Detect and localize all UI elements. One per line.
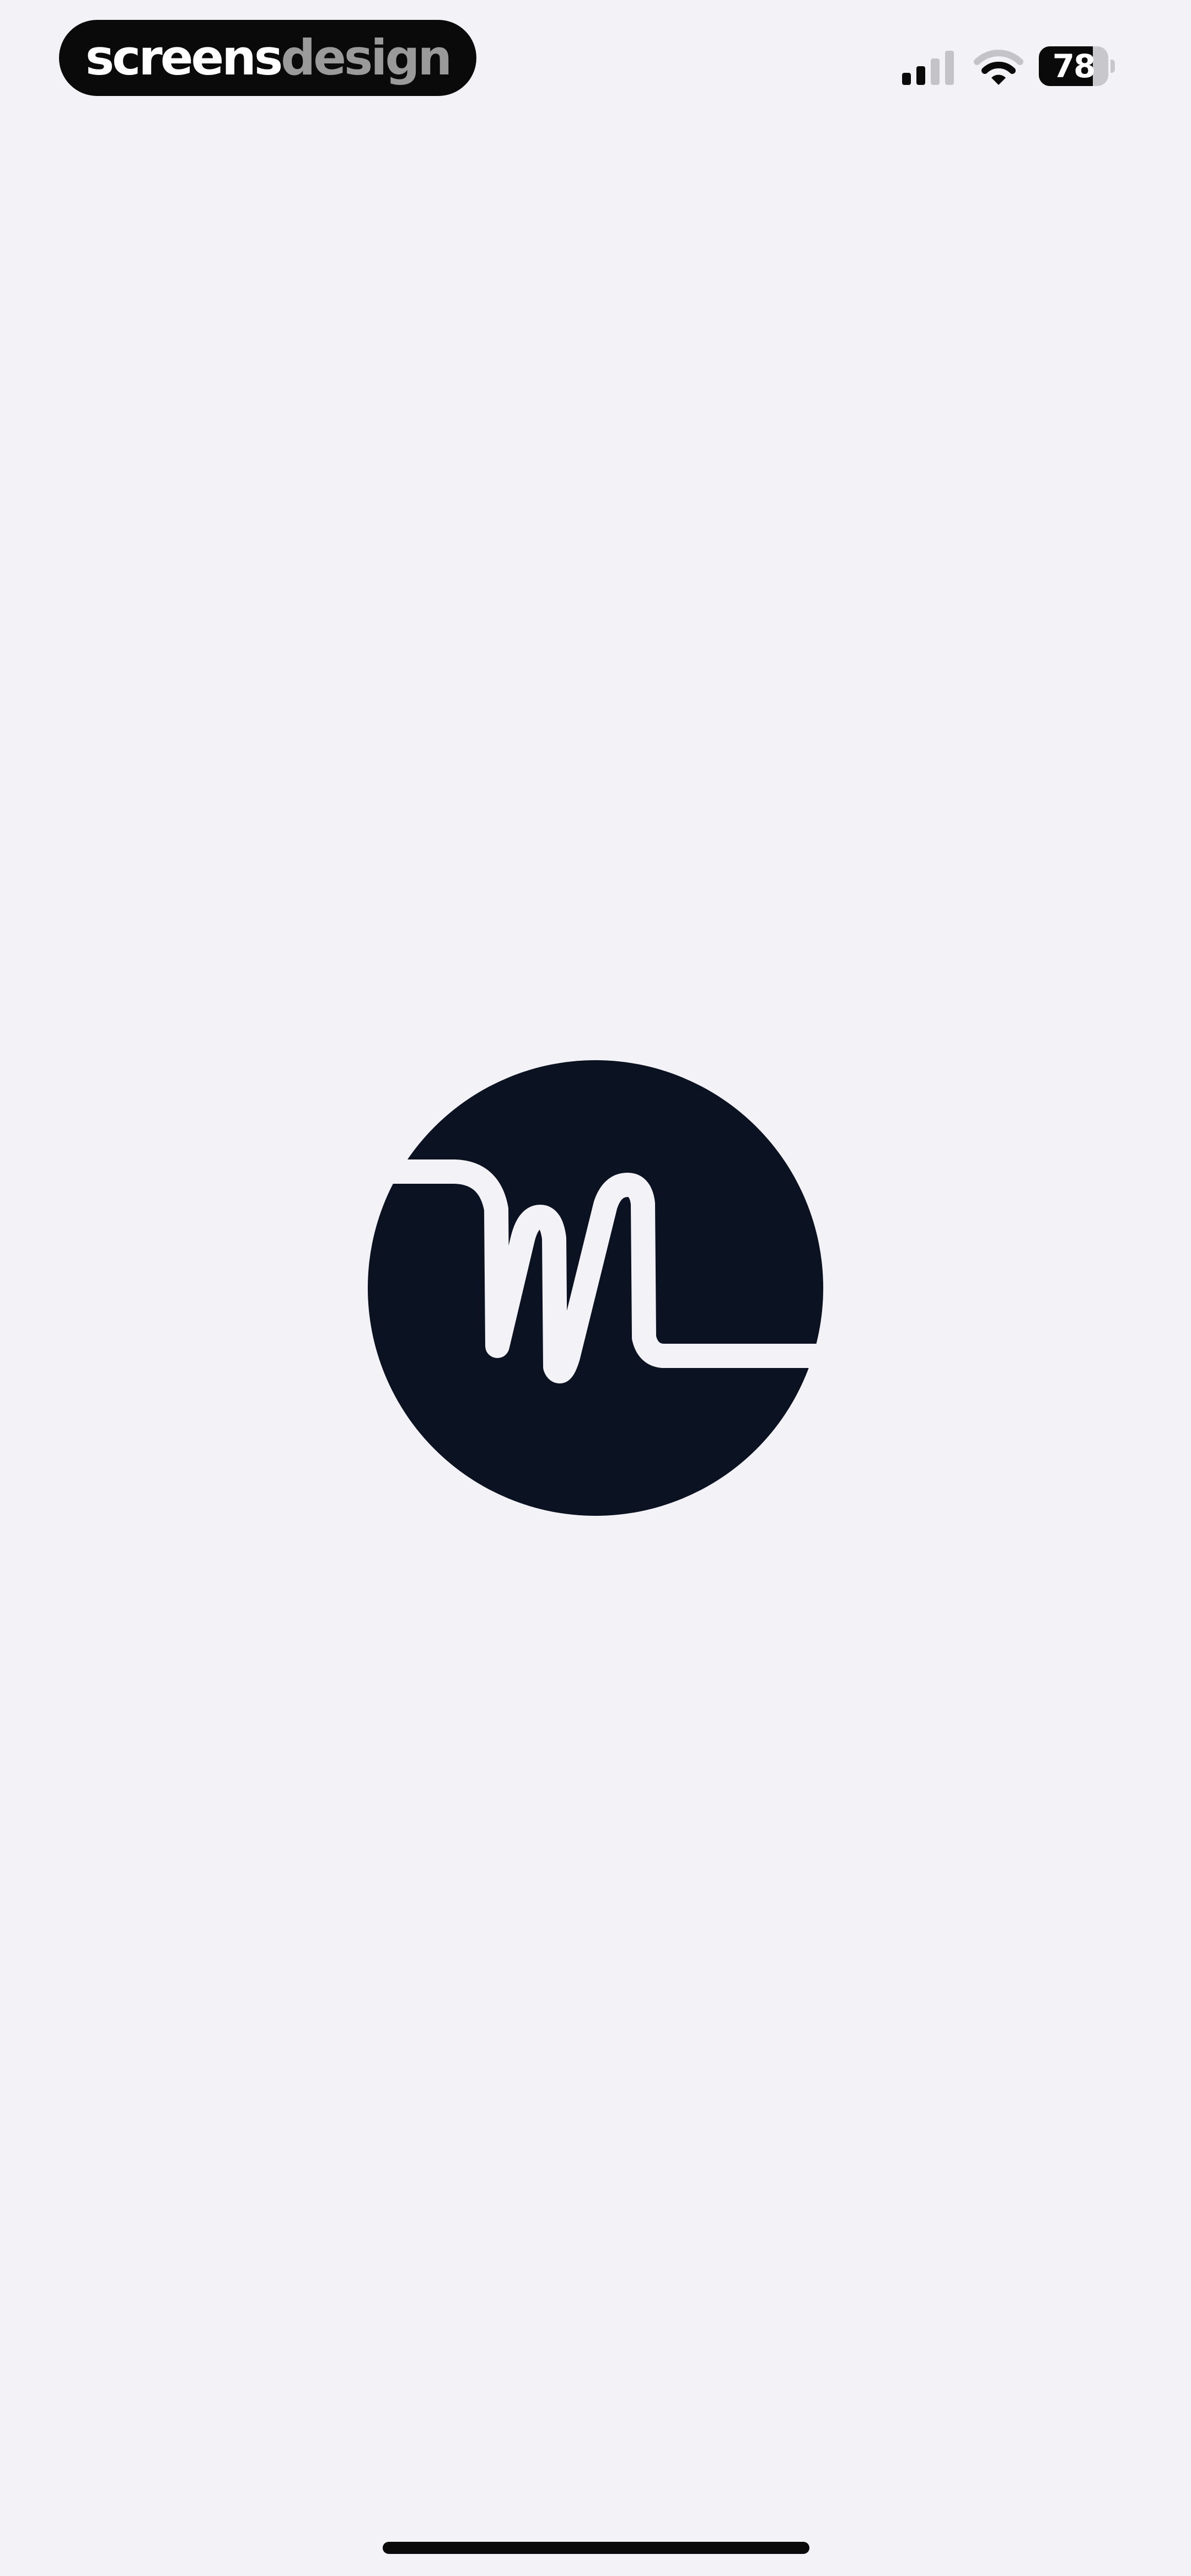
battery-level: 78	[1052, 47, 1096, 85]
battery-cap	[1110, 60, 1115, 73]
logo-circle	[368, 1060, 823, 1516]
status-bar: screens design 78	[0, 0, 1191, 110]
cellular-signal-icon	[902, 51, 954, 85]
brand-text-primary: screens	[85, 29, 283, 86]
home-indicator[interactable]	[383, 2542, 809, 2554]
app-logo-icon	[364, 1060, 827, 1516]
wifi-icon	[974, 50, 1023, 85]
battery-icon: 78	[1039, 46, 1116, 86]
battery-body: 78	[1039, 46, 1108, 86]
brand-badge: screens design	[59, 20, 476, 96]
brand-text-secondary: design	[281, 29, 452, 86]
